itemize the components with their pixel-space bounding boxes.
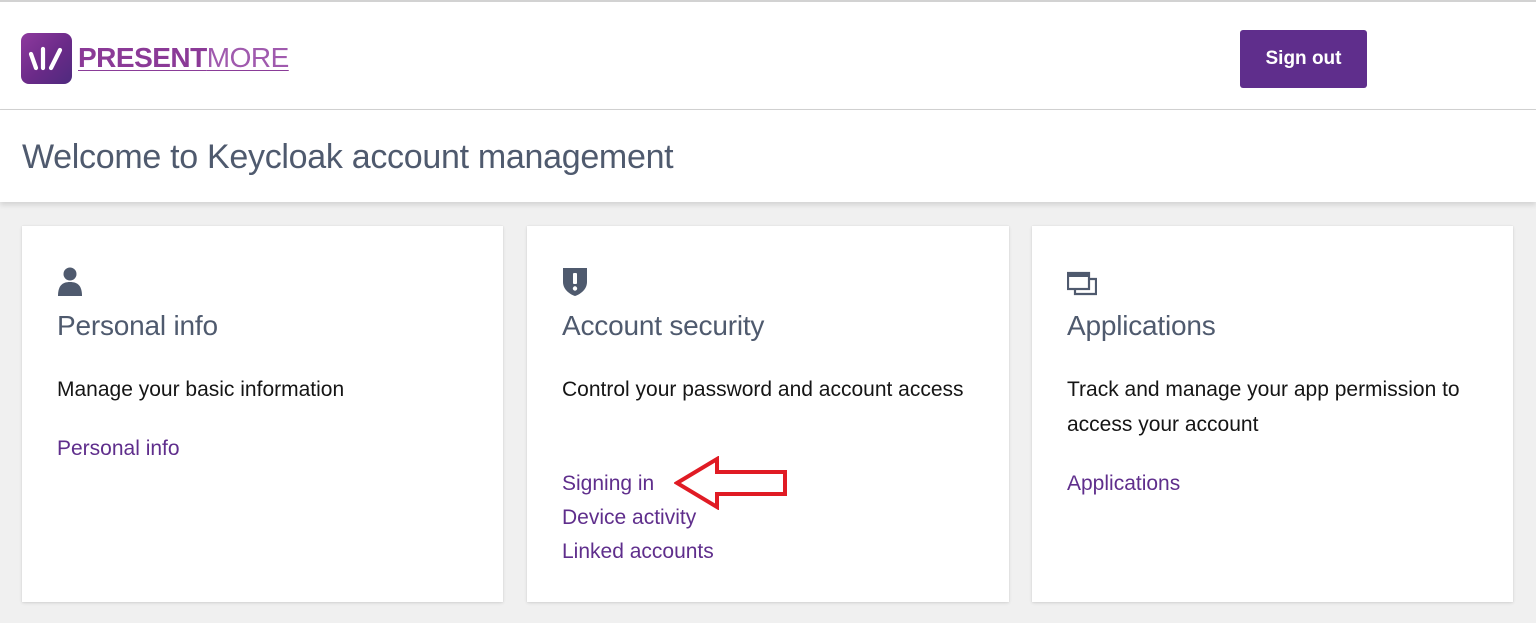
list-item: Linked accounts <box>562 535 714 569</box>
personal-info-link[interactable]: Personal info <box>57 437 180 460</box>
list-item: Applications <box>1067 467 1180 501</box>
applications-link[interactable]: Applications <box>1067 472 1180 495</box>
red-arrow-icon <box>674 456 787 510</box>
linked-accounts-link[interactable]: Linked accounts <box>562 540 714 563</box>
personal-info-card: Personal info Manage your basic informat… <box>22 226 503 602</box>
brand-name-light: MORE <box>206 42 290 73</box>
signing-in-link[interactable]: Signing in <box>562 472 654 495</box>
personal-info-description: Manage your basic information <box>57 378 345 401</box>
brand-name: PRESENTMORE <box>78 42 289 74</box>
brand-logo-icon <box>21 32 72 84</box>
list-item: Personal info <box>57 432 180 466</box>
masthead: PRESENTMORE Sign out <box>0 0 1536 110</box>
brand-link[interactable]: PRESENTMORE <box>21 32 289 84</box>
page-title: Welcome to Keycloak account management <box>22 138 674 176</box>
user-icon <box>57 266 83 298</box>
applications-description: Track and manage your app permission to … <box>1067 378 1460 436</box>
personal-info-links: Personal info <box>57 432 180 466</box>
brand-name-bold: PRESENT <box>78 42 207 73</box>
applications-card: Applications Track and manage your app p… <box>1032 226 1513 602</box>
shield-icon <box>562 266 588 298</box>
account-security-description: Control your password and account access <box>562 378 964 401</box>
account-security-title: Account security <box>562 310 765 341</box>
applications-links: Applications <box>1067 467 1180 501</box>
applications-title: Applications <box>1067 310 1216 341</box>
account-security-card: Account security Control your password a… <box>527 226 1009 602</box>
personal-info-title: Personal info <box>57 310 218 341</box>
sign-out-button[interactable]: Sign out <box>1240 30 1367 88</box>
page-header: Welcome to Keycloak account management <box>0 110 1536 202</box>
applications-icon <box>1066 266 1098 298</box>
